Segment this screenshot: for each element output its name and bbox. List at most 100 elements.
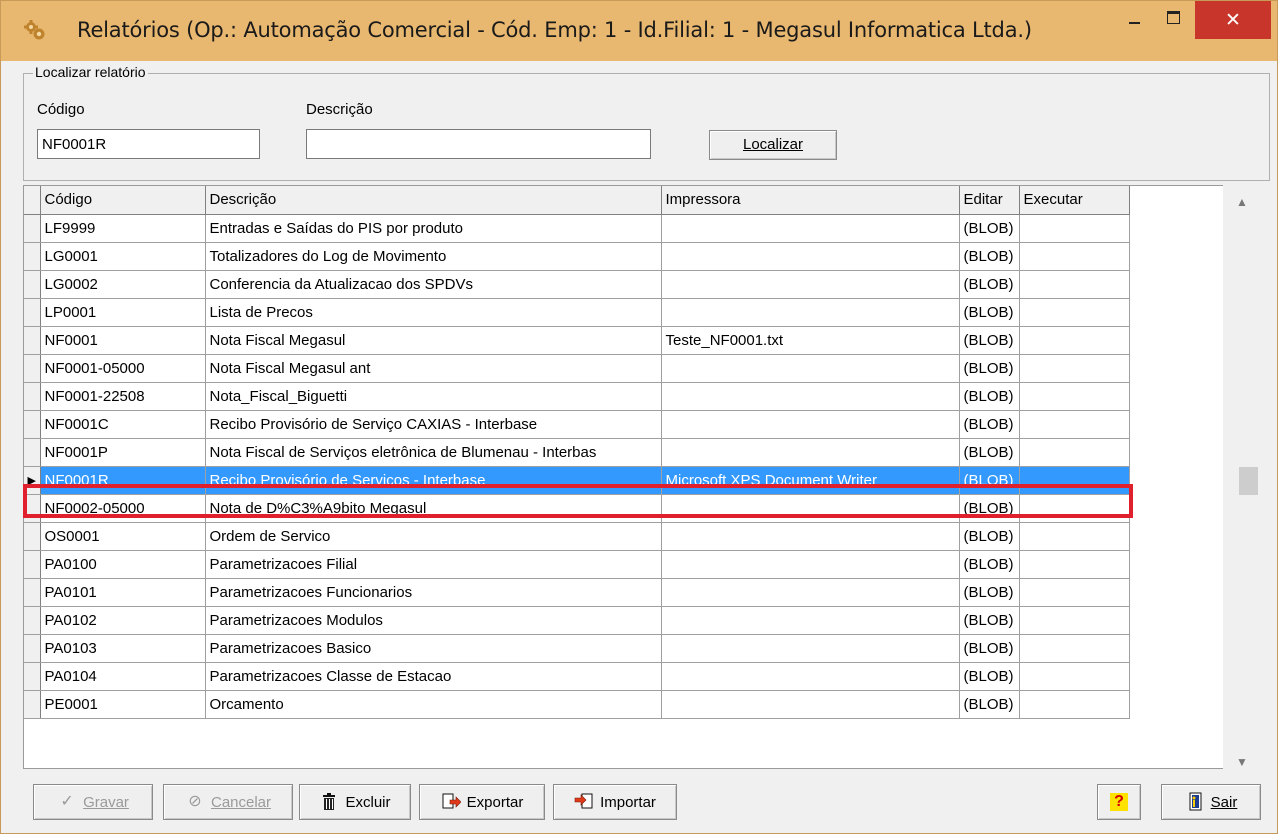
cell-printer[interactable] — [661, 354, 960, 383]
cell-printer[interactable] — [661, 382, 960, 411]
cell-description[interactable]: Nota Fiscal de Serviços eletrônica de Bl… — [205, 438, 662, 467]
column-header-codigo[interactable]: Código — [40, 186, 206, 215]
cell-printer[interactable]: Teste_NF0001.txt — [661, 326, 960, 355]
table-row[interactable]: OS0001 Ordem de Servico (BLOB) — [24, 522, 1130, 551]
cell-description[interactable]: Recibo Provisório de Serviço CAXIAS - In… — [205, 410, 662, 439]
table-row[interactable]: NF0001C Recibo Provisório de Serviço CAXI… — [24, 410, 1130, 439]
cell-execute[interactable] — [1019, 550, 1130, 579]
cell-code[interactable]: LG0002 — [40, 270, 206, 299]
cell-description[interactable]: Entradas e Saídas do PIS por produto — [205, 214, 662, 243]
table-row[interactable]: LG0002 Conferencia da Atualizacao dos SPD… — [24, 270, 1130, 299]
table-row[interactable]: PA0102 Parametrizacoes Modulos (BLOB) — [24, 606, 1130, 635]
cell-printer[interactable] — [661, 242, 960, 271]
cell-execute[interactable] — [1019, 354, 1130, 383]
cell-printer[interactable] — [661, 410, 960, 439]
cell-execute[interactable] — [1019, 606, 1130, 635]
cell-code[interactable]: LF9999 — [40, 214, 206, 243]
maximize-button[interactable] — [1157, 1, 1191, 39]
cell-edit[interactable]: (BLOB) — [959, 606, 1020, 635]
cell-description[interactable]: Parametrizacoes Basico — [205, 634, 662, 663]
cell-execute[interactable] — [1019, 494, 1130, 523]
cell-code[interactable]: PA0101 — [40, 578, 206, 607]
cell-description[interactable]: Conferencia da Atualizacao dos SPDVs — [205, 270, 662, 299]
cell-edit[interactable]: (BLOB) — [959, 382, 1020, 411]
cell-printer[interactable]: Microsoft XPS Document Writer — [661, 466, 960, 495]
cell-code[interactable]: NF0001R — [40, 466, 206, 495]
cell-code[interactable]: LG0001 — [40, 242, 206, 271]
table-row[interactable]: NF0001P Nota Fiscal de Serviços eletrônic… — [24, 438, 1130, 467]
cell-code[interactable]: LP0001 — [40, 298, 206, 327]
cell-edit[interactable]: (BLOB) — [959, 354, 1020, 383]
table-row[interactable]: PA0101 Parametrizacoes Funcionarios (BLOB) — [24, 578, 1130, 607]
cell-execute[interactable] — [1019, 298, 1130, 327]
cell-printer[interactable] — [661, 494, 960, 523]
cell-printer[interactable] — [661, 606, 960, 635]
cell-execute[interactable] — [1019, 382, 1130, 411]
reports-grid[interactable]: Código Descrição Impressora Editar Execu… — [23, 185, 1261, 769]
table-row[interactable]: LF9999 Entradas e Saídas do PIS por produ… — [24, 214, 1130, 243]
cell-code[interactable]: PA0103 — [40, 634, 206, 663]
cell-code[interactable]: NF0001-22508 — [40, 382, 206, 411]
scroll-up-icon[interactable]: ▲ — [1223, 185, 1261, 219]
cell-description[interactable]: Lista de Precos — [205, 298, 662, 327]
save-button[interactable]: ✓ Gravar — [33, 784, 153, 820]
cell-code[interactable]: OS0001 — [40, 522, 206, 551]
help-button[interactable]: ? — [1097, 784, 1141, 820]
cell-edit[interactable]: (BLOB) — [959, 578, 1020, 607]
cell-execute[interactable] — [1019, 690, 1130, 719]
table-row[interactable]: NF0001-05000 Nota Fiscal Megasul ant (BLOB… — [24, 354, 1130, 383]
cell-code[interactable]: PA0102 — [40, 606, 206, 635]
table-row[interactable]: LP0001 Lista de Precos (BLOB) — [24, 298, 1130, 327]
cell-description[interactable]: Recibo Provisório de Serviços - Interbas… — [205, 466, 662, 495]
table-row[interactable]: NF0002-05000 Nota de D%C3%A9bito Megasul (… — [24, 494, 1130, 523]
table-row[interactable]: NF0001 Nota Fiscal Megasul Teste_NF0001.tx… — [24, 326, 1130, 355]
import-button[interactable]: Importar — [553, 784, 677, 820]
cell-execute[interactable] — [1019, 326, 1130, 355]
cell-execute[interactable] — [1019, 466, 1130, 495]
cell-description[interactable]: Nota de D%C3%A9bito Megasul — [205, 494, 662, 523]
cell-execute[interactable] — [1019, 242, 1130, 271]
scroll-thumb[interactable] — [1239, 467, 1258, 495]
cell-edit[interactable]: (BLOB) — [959, 522, 1020, 551]
cell-code[interactable]: PA0100 — [40, 550, 206, 579]
cell-description[interactable]: Parametrizacoes Filial — [205, 550, 662, 579]
description-input[interactable] — [306, 129, 651, 159]
column-header-editar[interactable]: Editar — [959, 186, 1020, 215]
table-row[interactable]: PE0001 Orcamento (BLOB) — [24, 690, 1130, 719]
cell-code[interactable]: PA0104 — [40, 662, 206, 691]
cell-edit[interactable]: (BLOB) — [959, 662, 1020, 691]
cell-execute[interactable] — [1019, 522, 1130, 551]
cell-code[interactable]: NF0002-05000 — [40, 494, 206, 523]
cell-printer[interactable] — [661, 690, 960, 719]
cell-edit[interactable]: (BLOB) — [959, 466, 1020, 495]
cell-execute[interactable] — [1019, 438, 1130, 467]
cell-printer[interactable] — [661, 522, 960, 551]
cell-description[interactable]: Nota_Fiscal_Biguetti — [205, 382, 662, 411]
title-bar[interactable]: Relatórios (Op.: Automação Comercial - C… — [1, 1, 1277, 61]
cell-edit[interactable]: (BLOB) — [959, 550, 1020, 579]
cell-printer[interactable] — [661, 214, 960, 243]
table-row[interactable]: PA0100 Parametrizacoes Filial (BLOB) — [24, 550, 1130, 579]
cell-description[interactable]: Parametrizacoes Classe de Estacao — [205, 662, 662, 691]
find-button[interactable]: Localizar — [709, 130, 837, 160]
table-row[interactable]: LG0001 Totalizadores do Log de Movimento (… — [24, 242, 1130, 271]
cell-printer[interactable] — [661, 298, 960, 327]
cell-edit[interactable]: (BLOB) — [959, 494, 1020, 523]
cell-execute[interactable] — [1019, 410, 1130, 439]
cell-description[interactable]: Parametrizacoes Funcionarios — [205, 578, 662, 607]
table-row[interactable]: ▶ NF0001R Recibo Provisório de Serviços - … — [24, 466, 1130, 495]
cell-printer[interactable] — [661, 550, 960, 579]
cell-edit[interactable]: (BLOB) — [959, 298, 1020, 327]
table-row[interactable]: PA0103 Parametrizacoes Basico (BLOB) — [24, 634, 1130, 663]
cell-description[interactable]: Nota Fiscal Megasul — [205, 326, 662, 355]
cell-edit[interactable]: (BLOB) — [959, 634, 1020, 663]
cell-description[interactable]: Parametrizacoes Modulos — [205, 606, 662, 635]
column-header-descricao[interactable]: Descrição — [205, 186, 662, 215]
table-row[interactable]: NF0001-22508 Nota_Fiscal_Biguetti (BLOB) — [24, 382, 1130, 411]
cell-edit[interactable]: (BLOB) — [959, 270, 1020, 299]
cell-description[interactable]: Nota Fiscal Megasul ant — [205, 354, 662, 383]
cell-execute[interactable] — [1019, 214, 1130, 243]
cell-edit[interactable]: (BLOB) — [959, 242, 1020, 271]
scroll-down-icon[interactable]: ▼ — [1223, 749, 1261, 775]
cell-edit[interactable]: (BLOB) — [959, 214, 1020, 243]
